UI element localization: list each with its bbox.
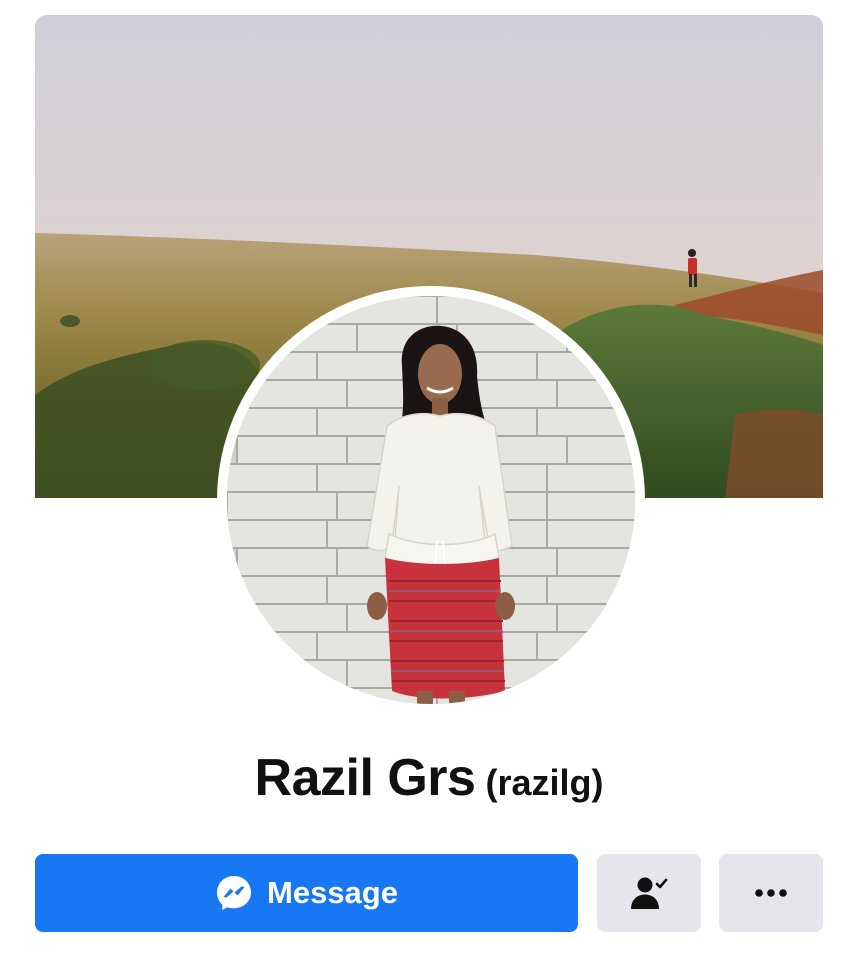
messenger-icon [217, 876, 252, 910]
more-options-button[interactable] [719, 854, 823, 932]
message-button[interactable]: Message [35, 854, 578, 932]
profile-picture-image [227, 296, 635, 704]
person-check-icon [631, 877, 668, 909]
message-button-label: Message [267, 875, 398, 910]
profile-name-row: Razil Grs (razilg) [0, 748, 858, 808]
profile-page: Razil Grs (razilg) Message [0, 0, 858, 960]
more-dots-icon [755, 889, 787, 897]
profile-display-name: Razil Grs [254, 749, 476, 807]
profile-picture[interactable] [217, 286, 645, 714]
friends-button[interactable] [597, 854, 701, 932]
profile-username: (razilg) [485, 762, 604, 803]
avatar-illustration [227, 296, 635, 704]
